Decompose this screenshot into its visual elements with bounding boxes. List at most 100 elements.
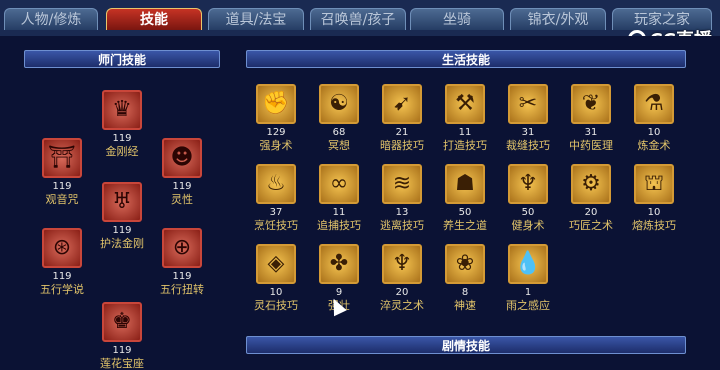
tab-appearance[interactable]: 锦衣/外观 [510,8,606,30]
life-skill-6[interactable]: ⚗ 10 炼金术 [624,84,684,152]
goblet-icon[interactable]: ♆ [382,244,422,284]
cooking-icon[interactable]: ♨ [256,164,296,204]
master-skill-4[interactable]: ⊛ 119 五行学说 [32,228,92,296]
skill-level: 119 [52,181,72,192]
life-skill-13[interactable]: ⛫ 10 熔炼技巧 [624,164,684,232]
raindrop-icon[interactable]: 💧 [508,244,548,284]
master-skill-3[interactable]: ☻ 119 灵性 [152,138,212,206]
skill-level: 1 [524,287,532,298]
life-skill-0[interactable]: ✊ 129 强身术 [246,84,306,152]
skill-name: 观音咒 [45,193,79,206]
life-skill-10[interactable]: ☗ 50 养生之道 [435,164,495,232]
life-skill-18[interactable]: 💧 1 雨之感应 [498,244,558,312]
mask-icon[interactable]: ∞ [319,164,359,204]
life-skill-4[interactable]: ✂ 31 裁缝技巧 [498,84,558,152]
smelt-icon[interactable]: ⛫ [634,164,674,204]
life-skill-3[interactable]: ⚒ 11 打造技巧 [435,84,495,152]
tab-summons[interactable]: 召唤兽/孩子 [310,8,406,30]
life-skill-2[interactable]: ➹ 21 暗器技巧 [372,84,432,152]
skill-level: 68 [332,127,346,138]
skill-name: 追捕技巧 [317,219,361,232]
tab-character[interactable]: 人物/修炼 [4,8,98,30]
speed-icon[interactable]: ❀ [445,244,485,284]
dart-icon[interactable]: ➹ [382,84,422,124]
herb-icon[interactable]: ❦ [571,84,611,124]
skill-name: 逃离技巧 [380,219,424,232]
orb-icon[interactable]: ⊕ [162,228,202,268]
skill-level: 10 [269,287,283,298]
gem-icon[interactable]: ◈ [256,244,296,284]
wellness-icon[interactable]: ☗ [445,164,485,204]
skill-level: 119 [52,271,72,282]
skill-name: 熔炼技巧 [632,219,676,232]
section-life-skills: 生活技能 [246,50,686,68]
skill-level: 119 [112,225,132,236]
skill-name: 护法金刚 [100,237,144,250]
master-skill-0[interactable]: ⛩ 119 观音咒 [32,138,92,206]
skills-panel: 师门技能 生活技能 剧情技能 ⛩ 119 观音咒 ♛ 119 金刚经 ♅ 119 护法金刚 ☻ 11… [0,36,720,370]
tab-skills[interactable]: 技能 [106,8,202,30]
skill-name: 健身术 [511,219,545,232]
skill-name: 冥想 [328,139,350,152]
muscle-icon[interactable]: ✤ [319,244,359,284]
skill-name: 金刚经 [105,145,139,158]
skill-level: 20 [395,287,409,298]
life-skill-16[interactable]: ♆ 20 淬灵之术 [372,244,432,312]
wheel-icon[interactable]: ⊛ [42,228,82,268]
tab-items[interactable]: 道具/法宝 [208,8,304,30]
skill-level: 50 [521,207,535,218]
skill-level: 21 [395,127,409,138]
life-skill-1[interactable]: ☯ 68 冥想 [309,84,369,152]
head-icon[interactable]: ☻ [162,138,202,178]
skill-name: 炼金术 [637,139,671,152]
skill-level: 11 [332,207,346,218]
skill-level: 129 [266,127,286,138]
lotus-throne-icon[interactable]: ♚ [102,302,142,342]
life-skill-17[interactable]: ❀ 8 神速 [435,244,495,312]
craft-icon[interactable]: ⚙ [571,164,611,204]
skill-name: 五行扭转 [160,283,204,296]
master-skill-5[interactable]: ⊕ 119 五行扭转 [152,228,212,296]
skill-name: 淬灵之术 [380,299,424,312]
skill-level: 119 [112,133,132,144]
skill-name: 雨之感应 [506,299,550,312]
skill-level: 31 [584,127,598,138]
scissors-icon[interactable]: ✂ [508,84,548,124]
life-skill-14[interactable]: ◈ 10 灵石技巧 [246,244,306,312]
guardian-icon[interactable]: ♅ [102,182,142,222]
section-master-skills: 师门技能 [24,50,220,68]
skill-name: 灵性 [171,193,193,206]
life-skill-11[interactable]: ♆ 50 健身术 [498,164,558,232]
tab-mount[interactable]: 坐骑 [410,8,504,30]
skill-level: 31 [521,127,535,138]
skill-name: 烹饪技巧 [254,219,298,232]
skill-name: 灵石技巧 [254,299,298,312]
crown-icon[interactable]: ♛ [102,90,142,130]
forge-icon[interactable]: ⚒ [445,84,485,124]
skill-level: 11 [458,127,472,138]
pagoda-icon[interactable]: ⛩ [42,138,82,178]
skill-name: 巧匠之术 [569,219,613,232]
fitness-icon[interactable]: ♆ [508,164,548,204]
skill-level: 119 [112,345,132,356]
life-skill-9[interactable]: ≋ 13 逃离技巧 [372,164,432,232]
escape-icon[interactable]: ≋ [382,164,422,204]
skill-name: 中药医理 [569,139,613,152]
master-skill-2[interactable]: ♅ 119 护法金刚 [92,182,152,250]
life-skill-8[interactable]: ∞ 11 追捕技巧 [309,164,369,232]
master-skill-6[interactable]: ♚ 119 莲花宝座 [92,302,152,370]
strength-icon[interactable]: ✊ [256,84,296,124]
section-story-skills: 剧情技能 [246,336,686,354]
skill-name: 打造技巧 [443,139,487,152]
life-skill-12[interactable]: ⚙ 20 巧匠之术 [561,164,621,232]
life-skill-5[interactable]: ❦ 31 中药医理 [561,84,621,152]
master-skill-1[interactable]: ♛ 119 金刚经 [92,90,152,158]
skill-name: 神速 [454,299,476,312]
skill-level: 10 [647,127,661,138]
life-skill-7[interactable]: ♨ 37 烹饪技巧 [246,164,306,232]
meditation-icon[interactable]: ☯ [319,84,359,124]
skill-name: 强身术 [259,139,293,152]
skill-name: 莲花宝座 [100,357,144,370]
alchemy-icon[interactable]: ⚗ [634,84,674,124]
skill-level: 50 [458,207,472,218]
